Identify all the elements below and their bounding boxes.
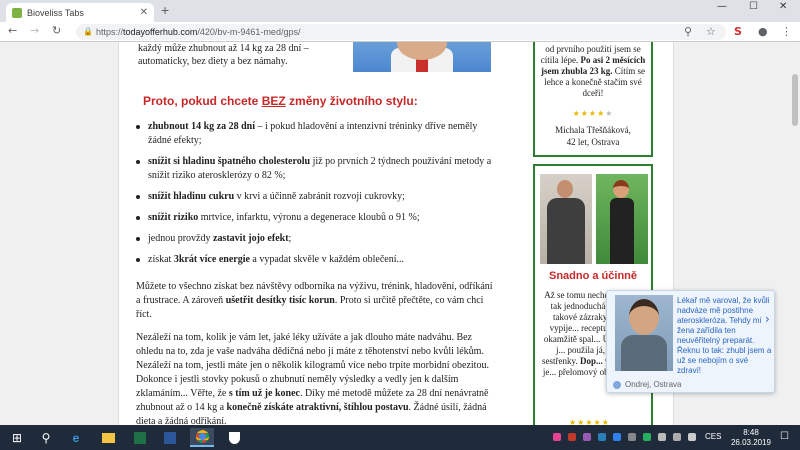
article-body: Můžete to všechno získat bez návštěvy od… bbox=[136, 280, 496, 425]
search-page-icon[interactable]: ⚲ bbox=[684, 25, 692, 38]
word-icon[interactable] bbox=[160, 428, 180, 447]
bluetooth-icon[interactable] bbox=[613, 433, 621, 441]
forward-icon[interactable]: → bbox=[30, 24, 39, 37]
section-heading: Proto, pokud chcete BEZ změny životního … bbox=[143, 94, 418, 108]
list-item: jednou provždy zastavit jojo efekt; bbox=[136, 232, 496, 246]
list-item: snížit hladinu cukru v krvi a účinně zab… bbox=[136, 190, 496, 204]
popup-author: Ondrej, Ostrava bbox=[613, 380, 681, 389]
user-icon bbox=[613, 380, 621, 389]
url-host: todayofferhub.com bbox=[123, 27, 198, 37]
intro-text: každý může zhubnout až 14 kg za 28 dní –… bbox=[138, 43, 309, 67]
maximize-window-icon[interactable]: ☐ bbox=[749, 1, 758, 12]
address-bar[interactable]: 🔒 https://todayofferhub.com/420/bv-m-946… bbox=[76, 24, 726, 40]
rating-stars-icon: ★★★★★ bbox=[572, 109, 614, 118]
after-photo bbox=[596, 174, 648, 264]
testimonial-text: od prvního použití jsem se cítila lépe. … bbox=[540, 44, 646, 98]
benefits-list: zhubnout 14 kg za 28 dní – i pokud hlado… bbox=[136, 120, 496, 274]
tray-app-icon[interactable] bbox=[643, 433, 651, 441]
tray-app-icon[interactable] bbox=[583, 433, 591, 441]
minimize-window-icon[interactable]: — bbox=[717, 1, 727, 12]
list-item: získat 3krát více energie a vypadat skvě… bbox=[136, 253, 496, 267]
close-tab-icon[interactable]: ✕ bbox=[140, 7, 148, 18]
box-heading: Snadno a účinně bbox=[548, 270, 637, 282]
tray-app-icon[interactable] bbox=[598, 433, 606, 441]
volume-icon[interactable] bbox=[688, 433, 696, 441]
tray-app-icon[interactable] bbox=[568, 433, 576, 441]
network-icon[interactable] bbox=[673, 433, 681, 441]
popup-next-icon[interactable]: › bbox=[765, 312, 779, 330]
close-window-icon[interactable]: ✕ bbox=[779, 1, 787, 12]
excel-icon[interactable] bbox=[130, 428, 150, 447]
testimonial-author: Michala Třešňáková, 42 let, Ostrava bbox=[555, 125, 631, 147]
bookmark-star-icon[interactable]: ☆ bbox=[706, 25, 716, 38]
tray-app-icon[interactable] bbox=[628, 433, 636, 441]
testimonial-box: od prvního použití jsem se cítila lépe. … bbox=[533, 42, 653, 157]
search-icon[interactable]: ⚲ bbox=[36, 428, 56, 447]
url-path: /420/bv-m-9461-med/gps/ bbox=[197, 27, 301, 37]
tray-app-icon[interactable] bbox=[658, 433, 666, 441]
reload-icon[interactable]: ↻ bbox=[52, 24, 61, 37]
browser-tab-strip: Bioveliss Tabs ✕ + — ☐ ✕ bbox=[0, 0, 800, 22]
back-icon[interactable]: ← bbox=[8, 24, 17, 37]
paragraph: Nezáleží na tom, kolik je vám let, jaké … bbox=[136, 332, 489, 425]
testimonial-popup[interactable]: Lékař mě varoval, že kvůli nadváze mě po… bbox=[606, 290, 775, 393]
browser-tab[interactable]: Bioveliss Tabs ✕ bbox=[6, 3, 154, 22]
taskbar-clock[interactable]: 8:48 26.03.2019 bbox=[728, 428, 774, 448]
notifications-icon[interactable]: ☐ bbox=[780, 431, 789, 442]
doctor-photo bbox=[353, 42, 491, 72]
list-item: snížit si hladinu špatného cholesterolu … bbox=[136, 155, 496, 183]
paragraph: Můžete to všechno získat bez návštěvy od… bbox=[136, 281, 493, 320]
before-photo bbox=[540, 174, 592, 264]
avatar bbox=[615, 295, 673, 371]
rating-stars-icon: ★★★★★ bbox=[569, 418, 610, 425]
browser-menu-icon[interactable]: ⋮ bbox=[781, 25, 792, 38]
page-scrollbar[interactable] bbox=[790, 42, 800, 425]
list-item: zhubnout 14 kg za 28 dní – i pokud hlado… bbox=[136, 120, 496, 148]
windows-taskbar: ⊞ ⚲ e CES 8:48 26.03.2019 ☐ bbox=[0, 425, 800, 450]
tab-title: Bioveliss Tabs bbox=[27, 7, 84, 18]
popup-text: Lékař mě varoval, že kvůli nadváze mě po… bbox=[677, 296, 772, 375]
profile-icon[interactable]: ● bbox=[758, 25, 768, 38]
lock-icon: 🔒 bbox=[83, 27, 93, 36]
favicon-icon bbox=[12, 7, 22, 18]
chrome-icon[interactable] bbox=[190, 428, 214, 447]
browser-toolbar: ← → ↻ 🔒 https://todayofferhub.com/420/bv… bbox=[0, 22, 800, 42]
security-shield-icon[interactable] bbox=[224, 428, 244, 447]
tray-app-icon[interactable] bbox=[553, 433, 561, 441]
input-language[interactable]: CES bbox=[705, 432, 721, 441]
file-explorer-icon[interactable] bbox=[98, 428, 118, 447]
scrollbar-thumb[interactable] bbox=[792, 74, 798, 126]
list-item: snížit riziko mrtvice, infarktu, výronu … bbox=[136, 211, 496, 225]
edge-icon[interactable]: e bbox=[66, 428, 86, 447]
url-scheme: https:// bbox=[96, 27, 124, 37]
extension-icon[interactable]: S bbox=[734, 25, 742, 38]
new-tab-button[interactable]: + bbox=[161, 2, 169, 18]
start-icon[interactable]: ⊞ bbox=[6, 428, 28, 447]
